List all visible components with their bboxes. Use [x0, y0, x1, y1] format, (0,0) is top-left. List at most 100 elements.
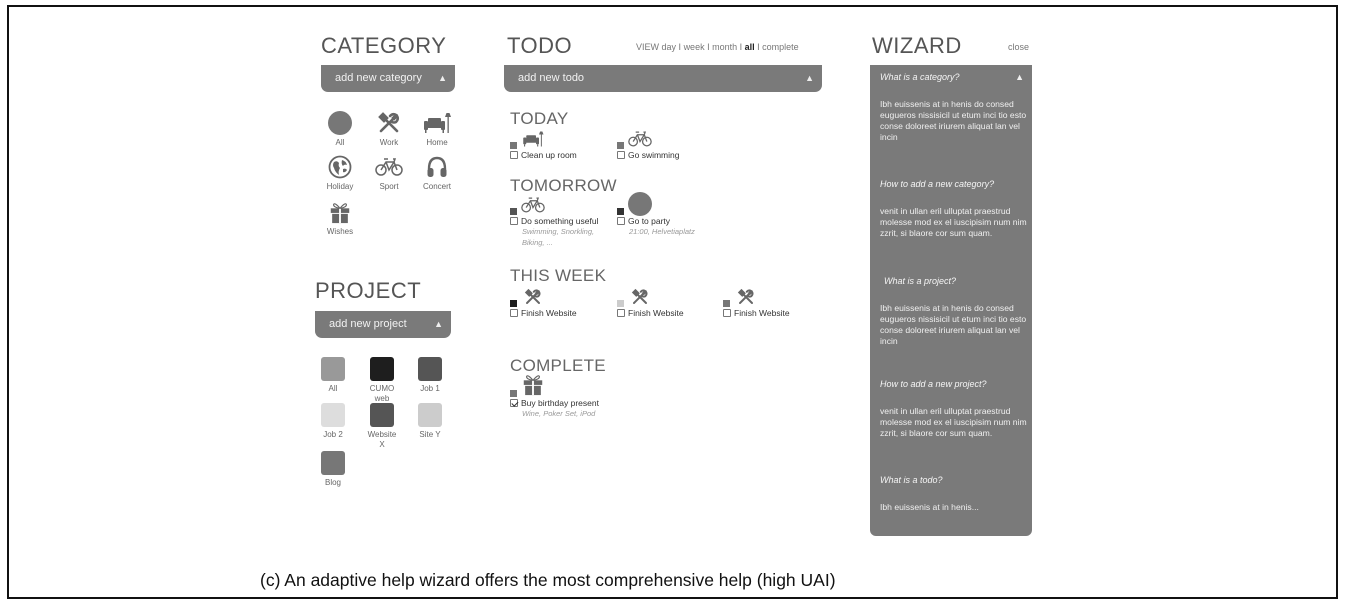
todo-item[interactable]: Buy birthday present Wine, Poker Set, iPo…: [510, 372, 632, 419]
project-item-label: CUMO web: [369, 384, 395, 403]
todo-checkbox[interactable]: [510, 151, 518, 159]
project-color-swatch: [370, 357, 394, 381]
view-link-week[interactable]: week: [684, 42, 705, 52]
todo-item[interactable]: Clean up room: [510, 130, 577, 160]
wizard-answer: venit in ullan eril ulluptat praestrud m…: [880, 206, 1027, 238]
view-link-day[interactable]: day: [662, 42, 677, 52]
todo-checkbox[interactable]: [617, 217, 625, 225]
dropdown-arrows-icon: ▲: [1015, 72, 1024, 82]
todo-label: Finish Website: [628, 308, 684, 318]
todo-checkbox[interactable]: [510, 217, 518, 225]
category-item-label: Concert: [422, 182, 451, 191]
todo-label: Go swimming: [628, 150, 680, 160]
todo-item[interactable]: Go to party 21:00, Helvetiaplatz: [617, 190, 703, 237]
project-color-marker: [617, 142, 624, 149]
add-category-dropdown[interactable]: add new category ▲: [321, 65, 455, 92]
todo-item[interactable]: Go swimming: [617, 130, 679, 160]
category-item-label: All: [335, 138, 345, 147]
category-item-all[interactable]: All: [315, 111, 365, 148]
project-item-label: Website X: [367, 430, 397, 449]
project-item-label: Job 2: [323, 430, 343, 439]
globe-icon: [326, 155, 354, 179]
wizard-question[interactable]: What is a todo?: [880, 475, 943, 485]
tools-icon: [375, 111, 403, 135]
category-item-concert[interactable]: Concert: [412, 155, 462, 192]
project-color-marker: [510, 300, 517, 307]
section-title-tomorrow: TOMORROW: [510, 176, 617, 195]
todo-checkbox[interactable]: [617, 309, 625, 317]
wizard-answer: Ibh euissenis at in henis do consed eugu…: [880, 99, 1027, 142]
project-item-job-2[interactable]: Job 2: [308, 403, 358, 440]
wizard-question[interactable]: How to add a new project?: [880, 379, 987, 389]
view-separator: I: [737, 42, 745, 52]
view-link-complete[interactable]: complete: [762, 42, 799, 52]
todo-label: Go to party: [628, 216, 671, 226]
project-color-marker: [617, 300, 624, 307]
tools-icon: [628, 288, 652, 308]
add-todo-dropdown[interactable]: add new todo ▲: [504, 65, 822, 92]
todo-checkbox[interactable]: [617, 151, 625, 159]
todo-item[interactable]: Finish Website: [617, 288, 684, 318]
tools-icon: [521, 288, 545, 308]
section-title-today: TODAY: [510, 109, 569, 128]
todo-item[interactable]: Finish Website: [510, 288, 577, 318]
category-item-work[interactable]: Work: [364, 111, 414, 148]
category-title: CATEGORY: [321, 33, 447, 58]
wizard-answer: Ibh euissenis at in henis...: [880, 502, 979, 512]
project-item-all[interactable]: All: [308, 357, 358, 394]
wizard-question[interactable]: How to add a new category?: [880, 179, 994, 189]
project-item-label: Job 1: [420, 384, 440, 393]
todo-label: Buy birthday present: [521, 398, 599, 408]
wizard-answer: venit in ullan eril ulluptat praestrud m…: [880, 406, 1027, 438]
project-item-website-x[interactable]: Website X: [357, 403, 407, 450]
view-filter: VIEW day I week I month I all I complete: [636, 42, 799, 52]
category-item-wishes[interactable]: Wishes: [315, 200, 365, 237]
project-color-marker: [723, 300, 730, 307]
category-item-label: Sport: [379, 182, 399, 191]
wizard-close-link[interactable]: close: [1008, 42, 1029, 52]
view-link-all[interactable]: all: [745, 42, 755, 52]
todo-checkbox[interactable]: [510, 399, 518, 407]
view-separator: I: [676, 42, 684, 52]
todo-item[interactable]: Finish Website: [723, 288, 790, 318]
wizard-question[interactable]: What is a project?: [884, 276, 956, 286]
project-title: PROJECT: [315, 278, 422, 303]
wizard-question[interactable]: What is a category?: [880, 72, 960, 82]
project-item-blog[interactable]: Blog: [308, 451, 358, 488]
headphones-icon: [423, 155, 451, 179]
project-color-marker: [510, 208, 517, 215]
todo-checkbox[interactable]: [723, 309, 731, 317]
category-item-home[interactable]: Home: [412, 111, 462, 148]
project-item-label: Site Y: [419, 430, 441, 439]
todo-note: 21:00, Helvetiaplatz: [629, 227, 695, 236]
project-color-marker: [617, 208, 624, 215]
circle-icon: [628, 192, 652, 216]
tools-icon: [734, 288, 758, 308]
project-item-job-1[interactable]: Job 1: [405, 357, 455, 394]
bicycle-icon: [375, 155, 403, 179]
project-color-marker: [510, 142, 517, 149]
todo-checkbox[interactable]: [510, 309, 518, 317]
todo-note: Wine, Poker Set, iPod: [522, 409, 596, 418]
category-item-label: Wishes: [326, 227, 354, 236]
todo-item[interactable]: Do something useful Swimming, Snorkling, …: [510, 196, 599, 248]
gift-icon: [326, 200, 354, 224]
project-color-marker: [510, 390, 517, 397]
category-item-holiday[interactable]: Holiday: [315, 155, 365, 192]
add-project-label: add new project: [329, 318, 407, 330]
project-item-site-y[interactable]: Site Y: [405, 403, 455, 440]
todo-label: Clean up room: [521, 150, 577, 160]
view-link-month[interactable]: month: [712, 42, 737, 52]
project-color-swatch: [321, 451, 345, 475]
project-color-swatch: [418, 357, 442, 381]
project-color-swatch: [321, 403, 345, 427]
view-prefix: VIEW: [636, 42, 660, 52]
project-item-label: Blog: [324, 478, 341, 487]
project-color-swatch: [321, 357, 345, 381]
todo-label: Finish Website: [521, 308, 577, 318]
project-item-cumo-web[interactable]: CUMO web: [357, 357, 407, 404]
bicycle-icon: [628, 130, 652, 150]
category-item-label: Work: [379, 138, 399, 147]
add-project-dropdown[interactable]: add new project ▲: [315, 311, 451, 338]
category-item-sport[interactable]: Sport: [364, 155, 414, 192]
